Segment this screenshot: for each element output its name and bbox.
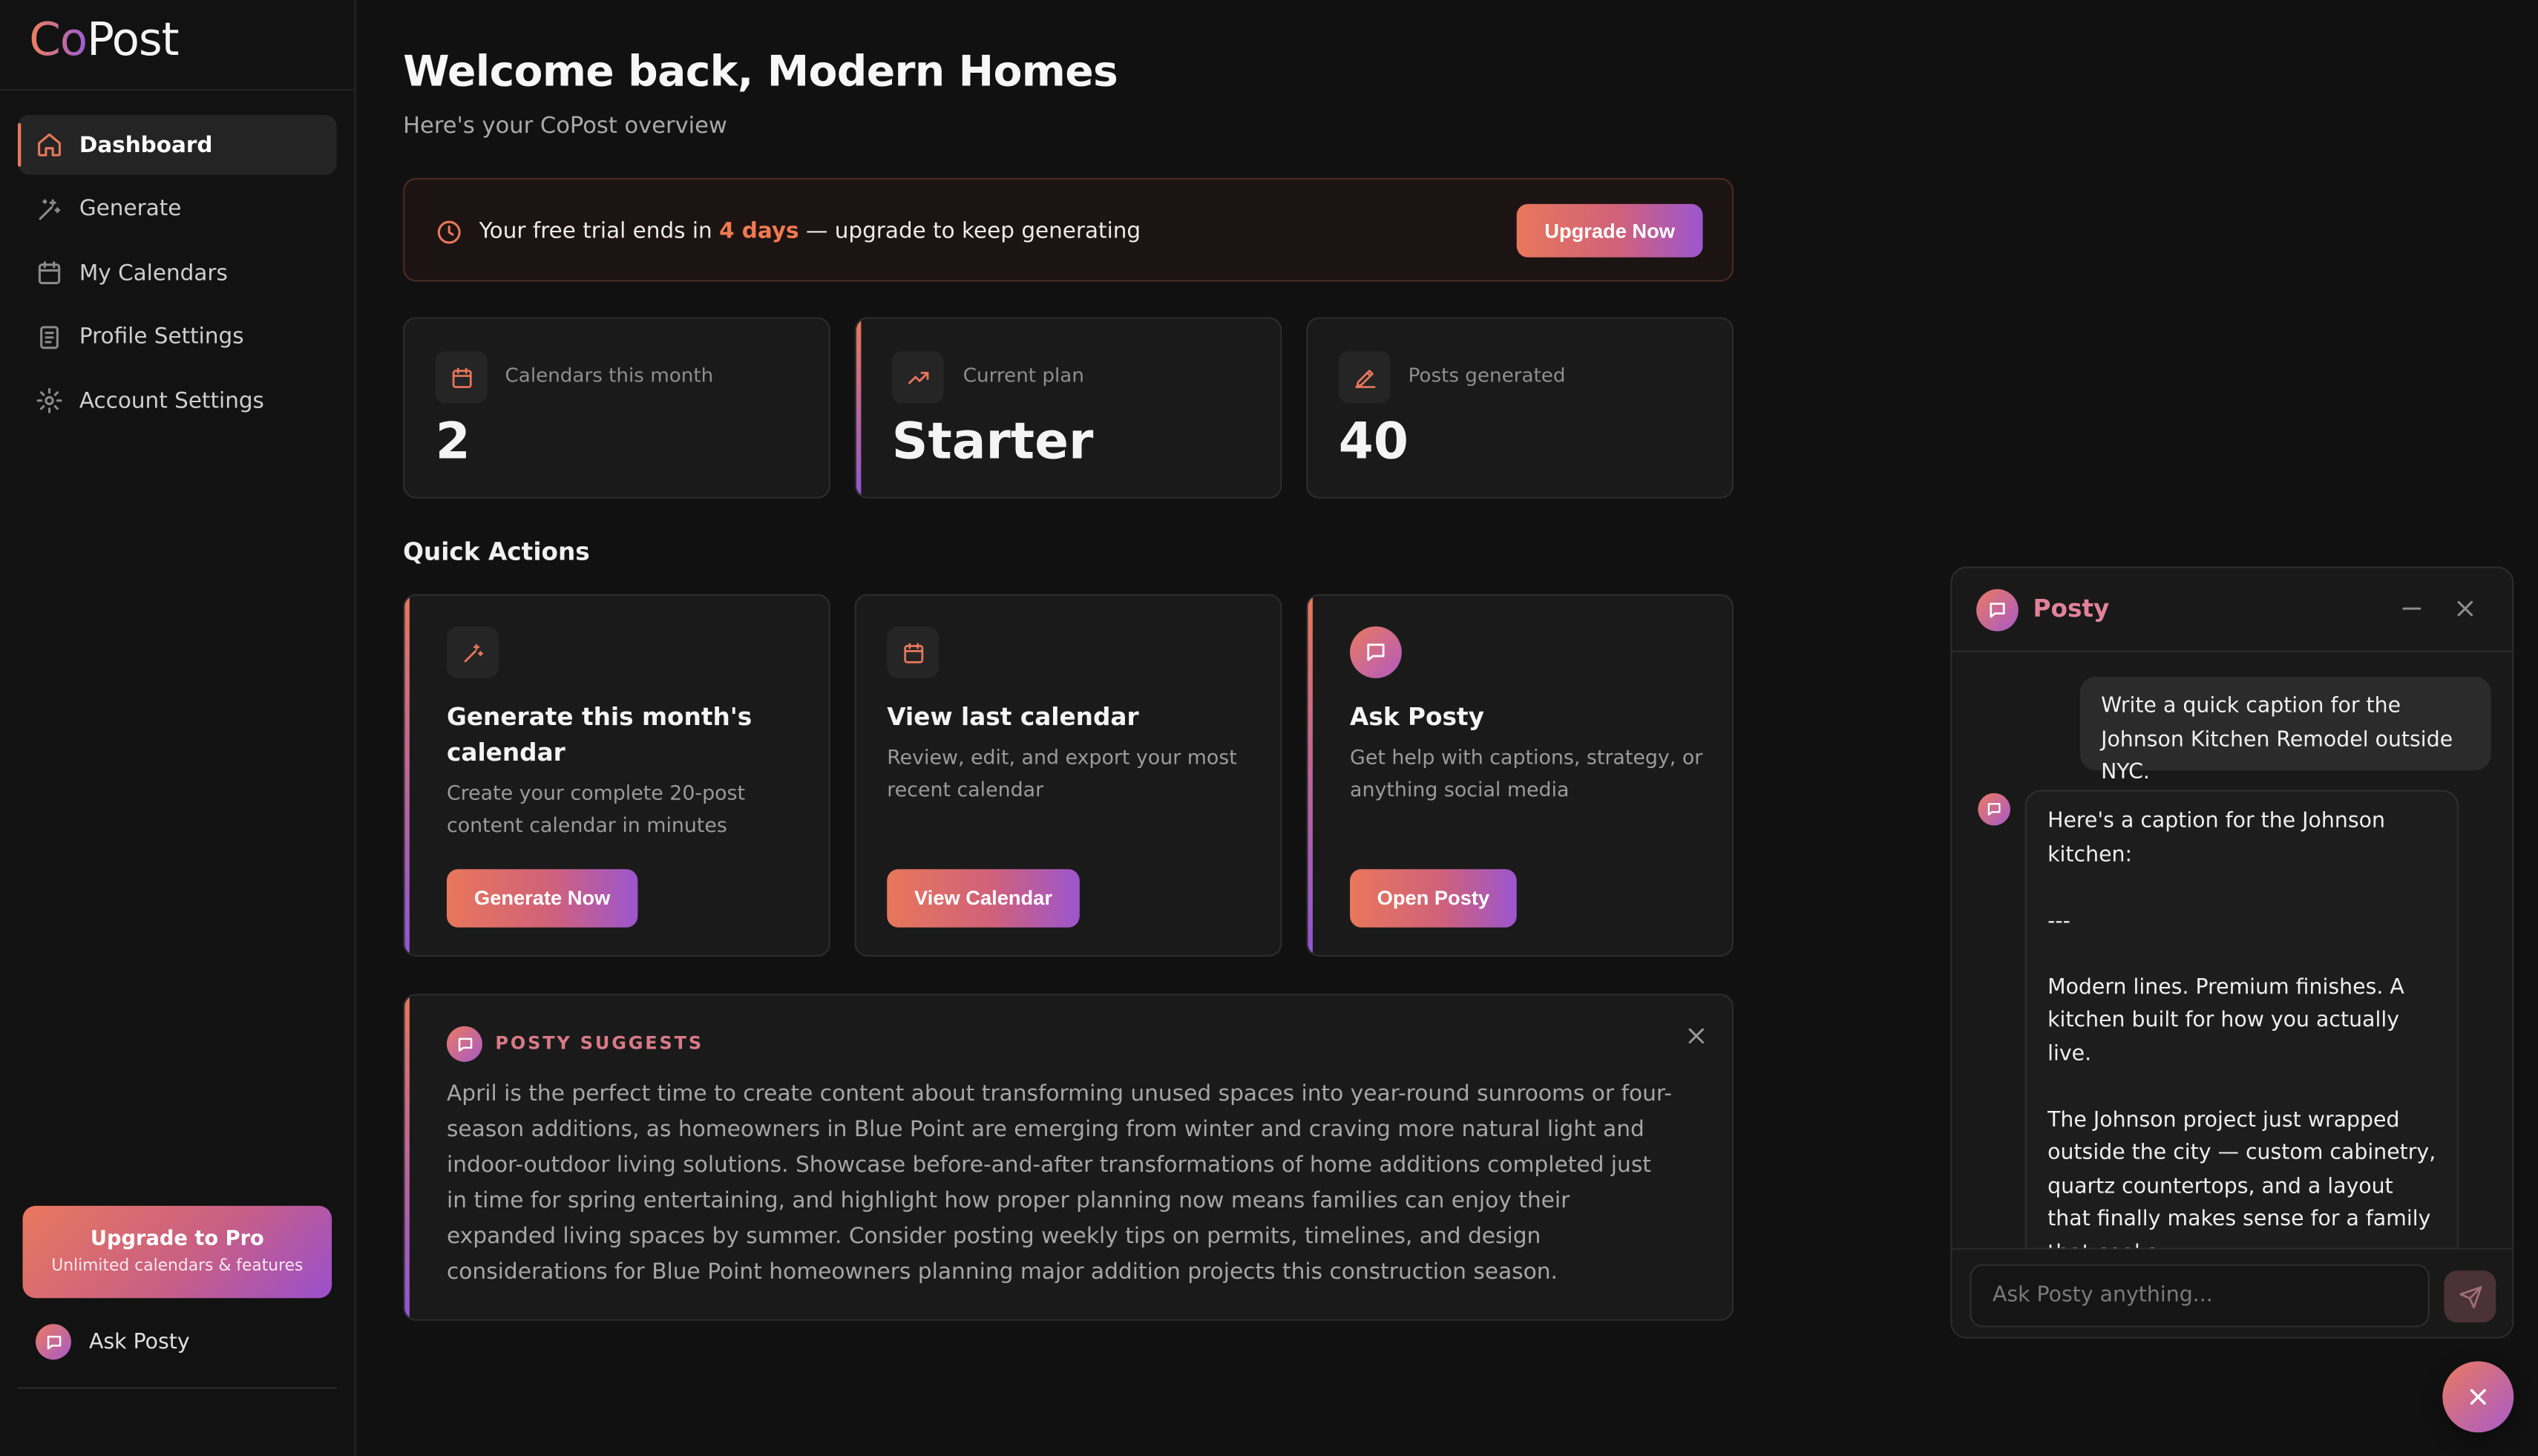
calendar-icon [36,259,63,286]
send-icon [2459,1285,2482,1308]
card-description: Get help with captions, strategy, or any… [1350,746,1703,801]
chat-input[interactable] [1970,1264,2430,1328]
generate-now-button[interactable]: Generate Now [446,869,638,928]
sidebar-divider [0,88,355,91]
card-title: View last calendar [887,702,1139,732]
upgrade-now-button[interactable]: Upgrade Now [1516,203,1703,258]
sparkle-icon [36,195,63,223]
sidebar-item-label: Generate [79,195,182,222]
chat-header: Posty [1952,568,2513,652]
posty-chat-panel: Posty Write a quick caption for the John… [1950,566,2514,1339]
stat-value: Starter [891,413,1094,471]
posty-avatar [1976,588,2019,632]
user-message: Write a quick caption for the Johnson Ki… [2079,676,2491,785]
quick-action-view-calendar: View last calendar Review, edit, and exp… [854,594,1282,957]
stat-label: Posts generated [1408,364,1566,387]
close-icon[interactable] [1683,1023,1709,1049]
assistant-message: Here's a caption for the Johnson kitchen… [2024,790,2459,1276]
close-icon [2470,1388,2486,1405]
sidebar-ask-posty[interactable]: Ask Posty [35,1324,327,1360]
sidebar-item-my-calendars[interactable]: My Calendars [18,243,337,303]
gear-icon [36,387,63,414]
chat-toggle-button[interactable] [2442,1361,2514,1433]
suggestion-heading: POSTY SUGGESTS [495,1032,704,1054]
copost-logo[interactable]: CoPost [29,13,179,66]
stat-card-posts: Posts generated 40 [1306,317,1734,499]
chat-title: Posty [2033,594,2110,623]
chat-bubble-icon [1350,626,1402,678]
trial-message: Your free trial ends in 4 days — upgrade… [479,218,1141,245]
stat-label: Calendars this month [505,364,714,387]
upgrade-to-pro-button[interactable]: Upgrade to Pro Unlimited calendars & fea… [22,1205,332,1299]
sidebar-item-profile-settings[interactable]: Profile Settings [18,306,337,367]
stat-value: 2 [435,413,470,471]
message-paragraph: Modern lines. Premium finishes. A kitche… [2047,975,2404,1066]
sidebar-bottom-divider [17,1387,337,1389]
card-title: Ask Posty [1350,702,1484,732]
card-description: Create your complete 20-post content cal… [446,781,746,836]
upgrade-subtitle: Unlimited calendars & features [51,1257,304,1276]
chat-footer [1952,1247,2513,1337]
open-posty-button[interactable]: Open Posty [1350,869,1517,928]
sidebar-item-dashboard[interactable]: Dashboard [17,114,337,175]
quick-action-generate: Generate this month's calendar Create yo… [403,594,830,957]
quick-actions-heading: Quick Actions [403,537,590,567]
pen-icon [1338,351,1391,404]
minimize-icon[interactable] [2401,594,2424,623]
card-description: Review, edit, and export your most recen… [887,746,1237,801]
posty-avatar [446,1026,482,1062]
page-subtitle: Here's your CoPost overview [403,113,727,140]
page-title: Welcome back, Modern Homes [403,48,1118,97]
trending-up-icon [891,351,944,404]
trial-banner: Your free trial ends in 4 days — upgrade… [403,177,1734,282]
trial-days: 4 days [719,218,799,245]
ask-posty-label: Ask Posty [88,1329,190,1354]
stat-card-plan: Current plan Starter [854,317,1282,499]
sidebar: CoPost Dashboard Generate My Calendars P… [0,0,356,1456]
calendar-icon [887,626,940,678]
home-icon [36,131,63,159]
message-paragraph: Here's a caption for the Johnson kitchen… [2047,809,2385,867]
clock-icon [436,218,463,246]
sidebar-item-label: My Calendars [79,260,228,286]
posty-suggestion-card: POSTY SUGGESTS April is the perfect time… [403,994,1734,1321]
suggestion-body: April is the perfect time to create cont… [446,1080,1672,1285]
quick-action-ask-posty: Ask Posty Get help with captions, strate… [1306,594,1734,957]
stat-value: 40 [1338,413,1409,471]
message-paragraph: --- [2047,908,2070,934]
posty-avatar [35,1324,71,1360]
sidebar-item-label: Dashboard [79,131,213,158]
close-icon[interactable] [2454,596,2477,622]
card-title: Generate this month's calendar [446,702,752,767]
sparkle-icon [446,626,499,678]
posty-avatar [1978,793,2010,826]
sidebar-item-generate[interactable]: Generate [18,179,337,239]
sidebar-item-label: Profile Settings [79,324,244,350]
send-button[interactable] [2444,1270,2496,1322]
calendar-icon [435,351,488,404]
sidebar-item-label: Account Settings [79,387,264,414]
message-paragraph: The Johnson project just wrapped outside… [2047,1107,2436,1265]
document-icon [36,323,63,350]
stat-label: Current plan [963,364,1084,387]
sidebar-item-account-settings[interactable]: Account Settings [18,370,337,430]
sidebar-nav: Dashboard Generate My Calendars Profile … [17,114,337,435]
upgrade-title: Upgrade to Pro [90,1225,264,1250]
stat-card-calendars: Calendars this month 2 [403,317,830,499]
view-calendar-button[interactable]: View Calendar [887,869,1080,928]
